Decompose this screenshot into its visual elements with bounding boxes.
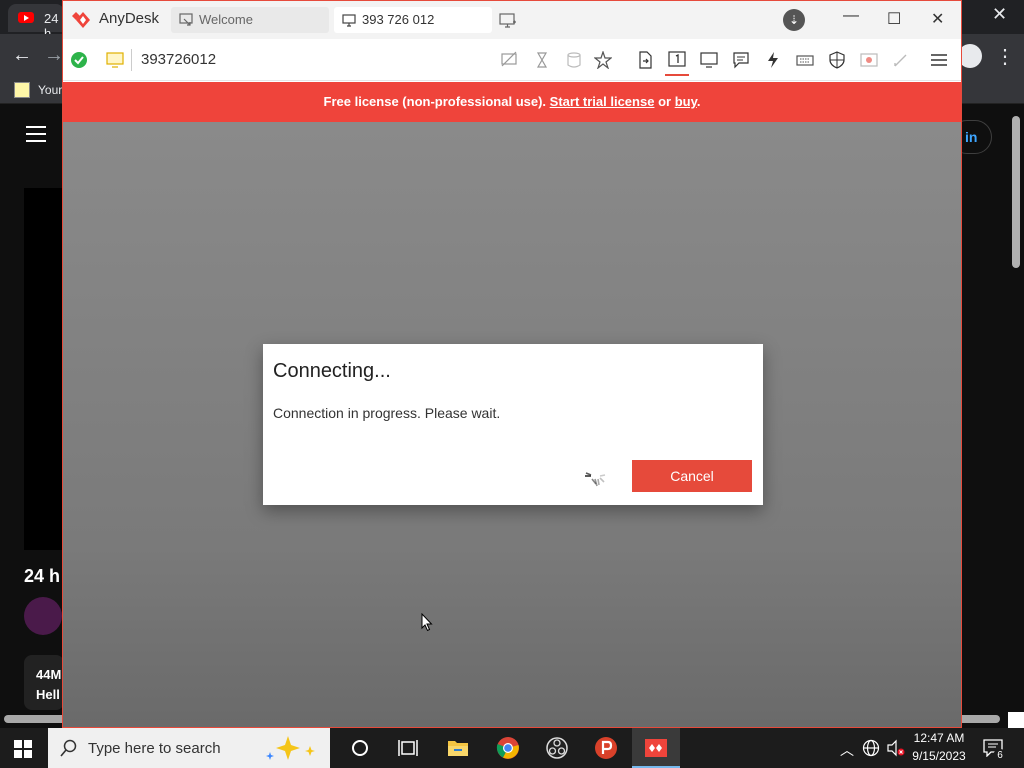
notification-count-badge: 6 [993, 749, 1007, 763]
hourglass-icon[interactable] [533, 51, 551, 69]
volume-muted-icon[interactable] [886, 739, 906, 757]
app-name: AnyDesk [99, 10, 160, 27]
minimize-icon[interactable]: — [843, 7, 859, 25]
search-placeholder: Type here to search [88, 740, 221, 757]
cancel-button[interactable]: Cancel [632, 460, 752, 492]
monitor-icon [342, 14, 356, 27]
tab-remote-session[interactable]: 393 726 012 [334, 7, 492, 33]
taskbar-search-box[interactable]: Type here to search [48, 728, 330, 768]
task-view-icon[interactable] [396, 736, 420, 760]
taskbar-anydesk-active[interactable] [632, 728, 680, 768]
cortana-icon[interactable] [348, 736, 372, 760]
mouse-cursor-icon [421, 613, 433, 632]
channel-avatar[interactable] [24, 597, 62, 635]
tab-remote-label: 393 726 012 [362, 12, 435, 27]
remote-screen-area[interactable]: Connecting... Connection in progress. Pl… [63, 122, 961, 727]
record-icon[interactable] [860, 51, 878, 69]
search-icon [60, 739, 77, 757]
lightning-icon[interactable] [764, 51, 782, 69]
toolbar-separator [131, 49, 132, 71]
network-globe-icon[interactable] [862, 739, 880, 757]
display-one-icon[interactable] [668, 51, 686, 69]
star-icon[interactable] [594, 51, 612, 69]
anydesk-taskbar-icon [645, 739, 667, 757]
tab-welcome[interactable]: Welcome [171, 7, 329, 33]
arrow-in-icon [179, 13, 193, 26]
new-session-icon[interactable] [499, 11, 517, 29]
file-explorer-icon[interactable] [446, 736, 470, 760]
start-trial-link[interactable]: Start trial license [550, 94, 655, 109]
shield-icon[interactable] [828, 51, 846, 69]
bookmark-favicon-icon [14, 82, 30, 98]
clock-time[interactable]: 12:47 AM [912, 731, 966, 745]
keyboard-icon[interactable] [796, 51, 814, 69]
buy-link[interactable]: buy [675, 94, 697, 109]
database-icon[interactable] [565, 51, 583, 69]
hamburger-menu-icon[interactable] [930, 51, 948, 69]
download-icon[interactable]: ⇣ [783, 9, 805, 31]
view-count: 44M [36, 667, 62, 682]
clock-date[interactable]: 9/15/2023 [912, 749, 966, 763]
connecting-dialog: Connecting... Connection in progress. Pl… [263, 344, 763, 505]
video-description: 44M Hell [24, 655, 64, 710]
chat-icon[interactable] [732, 51, 750, 69]
banner-text: Free license (non-professional use). [323, 94, 547, 109]
close-icon[interactable]: ✕ [931, 9, 944, 29]
chrome-icon[interactable] [496, 736, 520, 760]
windows-start-icon[interactable] [14, 740, 32, 758]
bookmark-label[interactable]: Your [38, 83, 62, 97]
active-display-indicator [665, 74, 689, 76]
video-title: 24 h [24, 566, 61, 586]
video-player[interactable] [24, 188, 64, 550]
file-transfer-icon[interactable] [636, 51, 654, 69]
anydesk-logo-icon [72, 12, 90, 28]
pen-icon[interactable] [892, 51, 910, 69]
dialog-message: Connection in progress. Please wait. [273, 405, 501, 421]
anydesk-titlebar: AnyDesk Welcome 393 726 012 ⇣ — ☐ ✕ [63, 1, 961, 39]
remote-monitor-icon [106, 52, 124, 68]
dialog-title: Connecting... [273, 360, 391, 382]
tab-welcome-label: Welcome [199, 12, 253, 27]
remote-address: 393726012 [141, 51, 217, 68]
display-settings-icon[interactable] [700, 51, 718, 69]
tray-expand-icon[interactable]: ︿ [840, 740, 854, 760]
back-arrow-icon[interactable]: ← [12, 44, 32, 67]
sparkle-icon [266, 736, 315, 760]
browser-close-icon[interactable]: ✕ [992, 4, 1007, 25]
windows-taskbar: Type here to search ︿ 12:47 AM 9/15/2023… [0, 728, 1024, 768]
obs-icon[interactable] [545, 736, 569, 760]
scroll-corner [1008, 712, 1024, 728]
loading-spinner-icon [585, 472, 606, 487]
license-banner: Free license (non-professional use). Sta… [63, 82, 961, 122]
description-text: Hell [36, 687, 60, 702]
vertical-scrollbar[interactable] [1012, 116, 1020, 268]
connection-ok-icon [71, 52, 87, 68]
anydesk-window: AnyDesk Welcome 393 726 012 ⇣ — ☐ ✕ 3937… [62, 0, 962, 728]
banner-suffix: . [696, 94, 701, 109]
browser-tab[interactable]: 24 h [8, 4, 64, 41]
forward-arrow-icon[interactable]: → [44, 44, 64, 67]
youtube-icon [18, 12, 34, 23]
psiphon-icon[interactable] [594, 736, 618, 760]
banner-or: or [658, 94, 672, 109]
hide-screen-icon[interactable] [500, 51, 518, 69]
more-menu-icon[interactable]: ⋮ [995, 44, 1015, 69]
hamburger-menu-icon[interactable] [26, 126, 46, 147]
maximize-icon[interactable]: ☐ [887, 9, 901, 29]
